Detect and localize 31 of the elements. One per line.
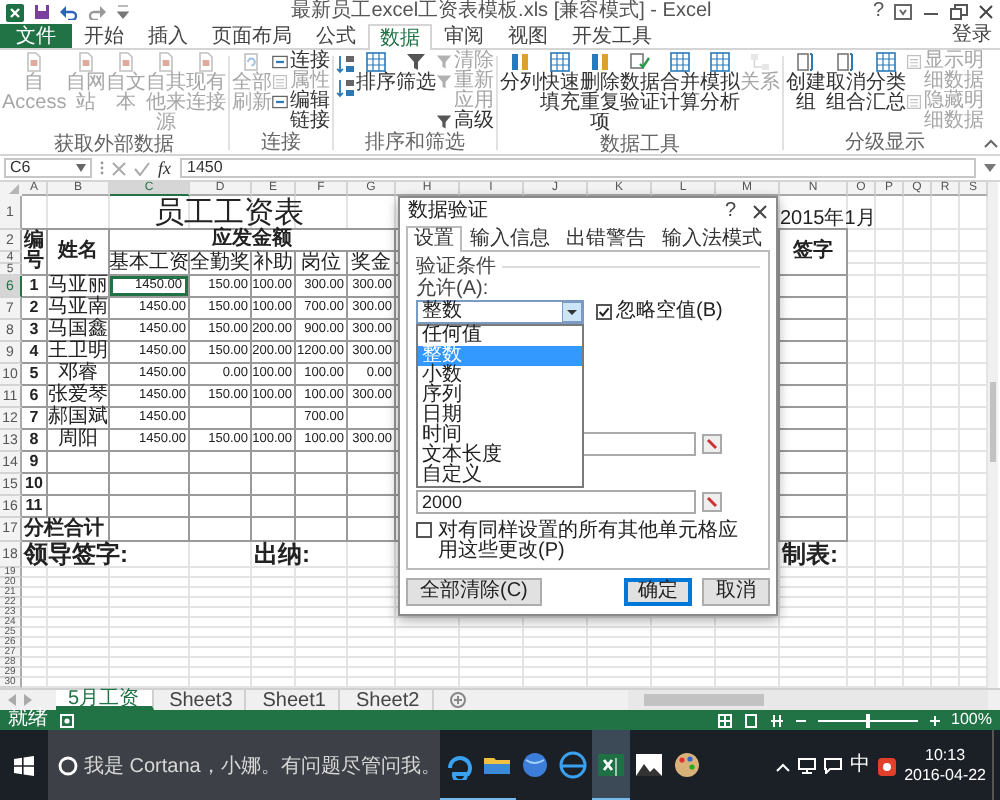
checkbox-label: 对有同样设置的所有其他单元格应用这些更改(P) — [438, 522, 740, 562]
date-label: 2015年1月 — [780, 206, 878, 230]
column-header: 基本工资 — [110, 252, 190, 276]
status-text: 就绪 — [8, 710, 48, 730]
group-label: 获取外部数据 — [52, 134, 176, 156]
checkbox-label: 忽略空值(B) — [616, 302, 723, 322]
group-label: 连接 — [259, 132, 303, 154]
group-label: 排序和筛选 — [363, 132, 467, 154]
column-header: 岗位 — [296, 252, 348, 276]
table-cell: 郝国斌 — [48, 408, 110, 430]
total-label: 分栏合计 — [22, 518, 110, 542]
signature-label: 领导签字: — [22, 542, 130, 568]
table-cell: 马国鑫 — [48, 320, 110, 342]
group-label: 分级显示 — [843, 132, 927, 154]
cell-reference: C6 — [10, 160, 31, 176]
zoom-level: 100% — [951, 710, 992, 730]
column-header: 全勤奖 — [190, 252, 252, 276]
table-cell: 王卫明 — [48, 342, 110, 364]
signature-label: 出纳: — [252, 542, 312, 568]
clock-time: 10:13 — [925, 746, 966, 766]
signature-label: 制表: — [780, 542, 840, 568]
section-label: 验证条件 — [416, 256, 496, 278]
table-cell: 马亚南 — [48, 298, 110, 320]
dialog-title: 数据验证 — [408, 198, 490, 224]
table-cell: 马亚丽 — [48, 276, 110, 298]
clock-date: 2016-04-22 — [904, 766, 986, 786]
table-cell: 张爱琴 — [48, 386, 110, 408]
column-header: 补助 — [252, 252, 296, 276]
group-label: 数据工具 — [598, 134, 682, 156]
field-label: 允许(A): — [416, 278, 491, 300]
column-header: 奖金 — [348, 252, 396, 276]
